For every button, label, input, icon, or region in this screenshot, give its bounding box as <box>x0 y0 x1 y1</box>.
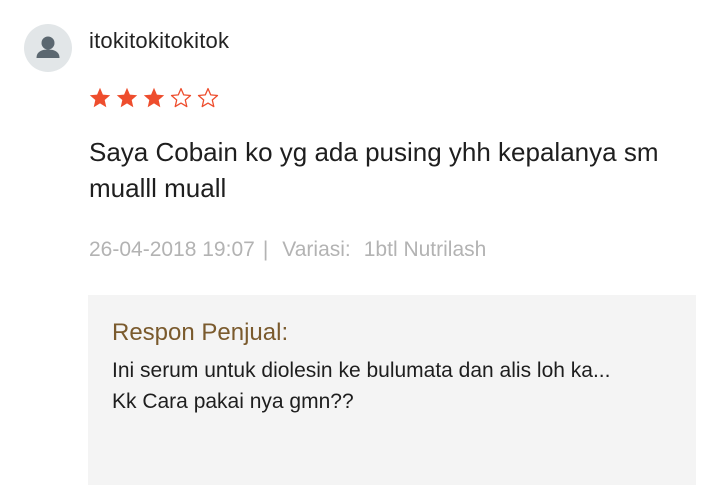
avatar[interactable] <box>24 24 72 72</box>
variation-value: 1btl Nutrilash <box>363 238 487 261</box>
review-date: 26-04-2018 19:07 <box>89 238 255 261</box>
star-outline-icon <box>196 86 220 110</box>
star-filled-icon <box>115 86 139 110</box>
seller-reply-title: Respon Penjual: <box>112 319 289 346</box>
review-comment: Saya Cobain ko yg ada pusing yhh kepalan… <box>89 137 659 203</box>
meta-separator: | <box>262 238 269 261</box>
seller-reply-box: Respon Penjual: Ini serum untuk diolesin… <box>88 295 696 485</box>
star-rating <box>88 86 220 110</box>
star-filled-icon <box>142 86 166 110</box>
review-meta: 26-04-2018 19:07 | Variasi: 1btl Nutrila… <box>89 238 486 262</box>
star-filled-icon <box>88 86 112 110</box>
star-outline-icon <box>169 86 193 110</box>
review-card: itokitokitokitok Saya Cobain ko yg ada p… <box>0 0 720 503</box>
seller-reply-text: Ini serum untuk diolesin ke bulumata dan… <box>112 359 611 413</box>
variation-label: Variasi: <box>282 238 351 261</box>
reviewer-username: itokitokitokitok <box>89 28 230 53</box>
user-placeholder-icon <box>36 36 60 58</box>
